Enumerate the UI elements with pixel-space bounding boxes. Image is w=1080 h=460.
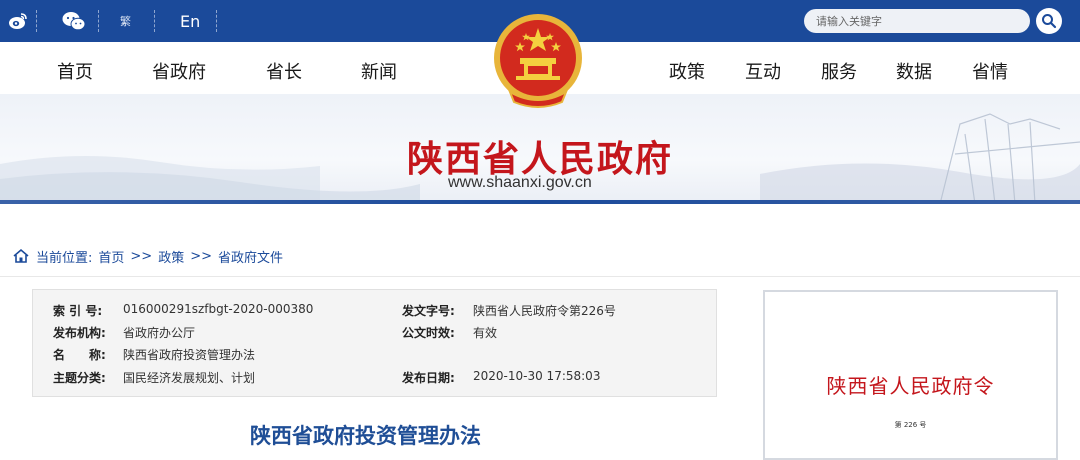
divider <box>216 10 217 32</box>
topic-value: 国民经济发展规划、计划 <box>123 371 256 385</box>
breadcrumb: 当前位置: 首页 >> 政策 >> 省政府文件 <box>12 246 289 266</box>
breadcrumb-current[interactable]: 省政府文件 <box>218 247 283 266</box>
index-value: 016000291szfbgt-2020-000380 <box>123 302 314 316</box>
breadcrumb-policy[interactable]: 政策 <box>158 247 184 266</box>
nav-item-provincial-gov[interactable]: 省政府 <box>152 58 206 84</box>
divider <box>98 10 99 32</box>
lang-english-link[interactable]: En <box>180 0 200 42</box>
document-title: 陕西省政府投资管理办法 <box>250 424 481 448</box>
breadcrumb-prefix: 当前位置: <box>36 250 93 266</box>
weibo-icon[interactable] <box>8 0 28 42</box>
nav-item-policy[interactable]: 政策 <box>669 58 705 84</box>
name-value: 陕西省政府投资管理办法 <box>123 348 256 362</box>
nav-item-interaction[interactable]: 互动 <box>745 58 781 84</box>
issuer-label: 发布机构: <box>53 326 106 340</box>
search-button[interactable] <box>1036 8 1062 34</box>
search-input[interactable] <box>804 9 1030 33</box>
nav-item-services[interactable]: 服务 <box>821 58 857 84</box>
nav-item-news[interactable]: 新闻 <box>361 58 397 84</box>
name-label: 名 称: <box>53 348 106 362</box>
docno-label: 发文字号: <box>402 304 455 318</box>
date-value: 2020-10-30 17:58:03 <box>473 369 601 383</box>
document-info-table: 索 引 号: 016000291szfbgt-2020-000380 发布机构:… <box>32 289 717 397</box>
issuer-value: 省政府办公厅 <box>123 326 196 340</box>
preview-number: 第 226 号 <box>894 421 927 429</box>
lang-traditional-link[interactable]: 繁 <box>120 0 131 42</box>
index-label: 索 引 号: <box>53 304 103 318</box>
nav-item-home[interactable]: 首页 <box>57 58 93 84</box>
breadcrumb-separator: >> <box>190 248 213 264</box>
banner-divider <box>0 200 1080 204</box>
docno-value: 陕西省人民政府令第226号 <box>473 304 616 318</box>
national-emblem-icon[interactable] <box>490 12 586 112</box>
divider <box>154 10 155 32</box>
divider <box>0 276 1080 277</box>
preview-title: 陕西省人民政府令 <box>826 374 995 398</box>
validity-label: 公文时效: <box>402 326 455 340</box>
site-url: www.shaanxi.gov.cn <box>448 174 592 191</box>
divider <box>36 10 37 32</box>
nav-item-data[interactable]: 数据 <box>896 58 932 84</box>
breadcrumb-separator: >> <box>130 248 153 264</box>
home-icon[interactable] <box>12 248 30 264</box>
wechat-icon[interactable] <box>62 0 86 42</box>
validity-value: 有效 <box>473 326 498 340</box>
nav-item-province-info[interactable]: 省情 <box>972 58 1008 84</box>
breadcrumb-home[interactable]: 首页 <box>98 247 124 266</box>
nav-item-governor[interactable]: 省长 <box>266 58 302 84</box>
date-label: 发布日期: <box>402 371 455 385</box>
document-preview[interactable]: 陕西省人民政府令 第 226 号 <box>763 290 1058 460</box>
lang-english-label: En <box>180 11 201 31</box>
topic-label: 主题分类: <box>53 371 106 385</box>
lang-traditional-label: 繁 <box>120 15 131 28</box>
search-icon <box>1042 14 1057 29</box>
